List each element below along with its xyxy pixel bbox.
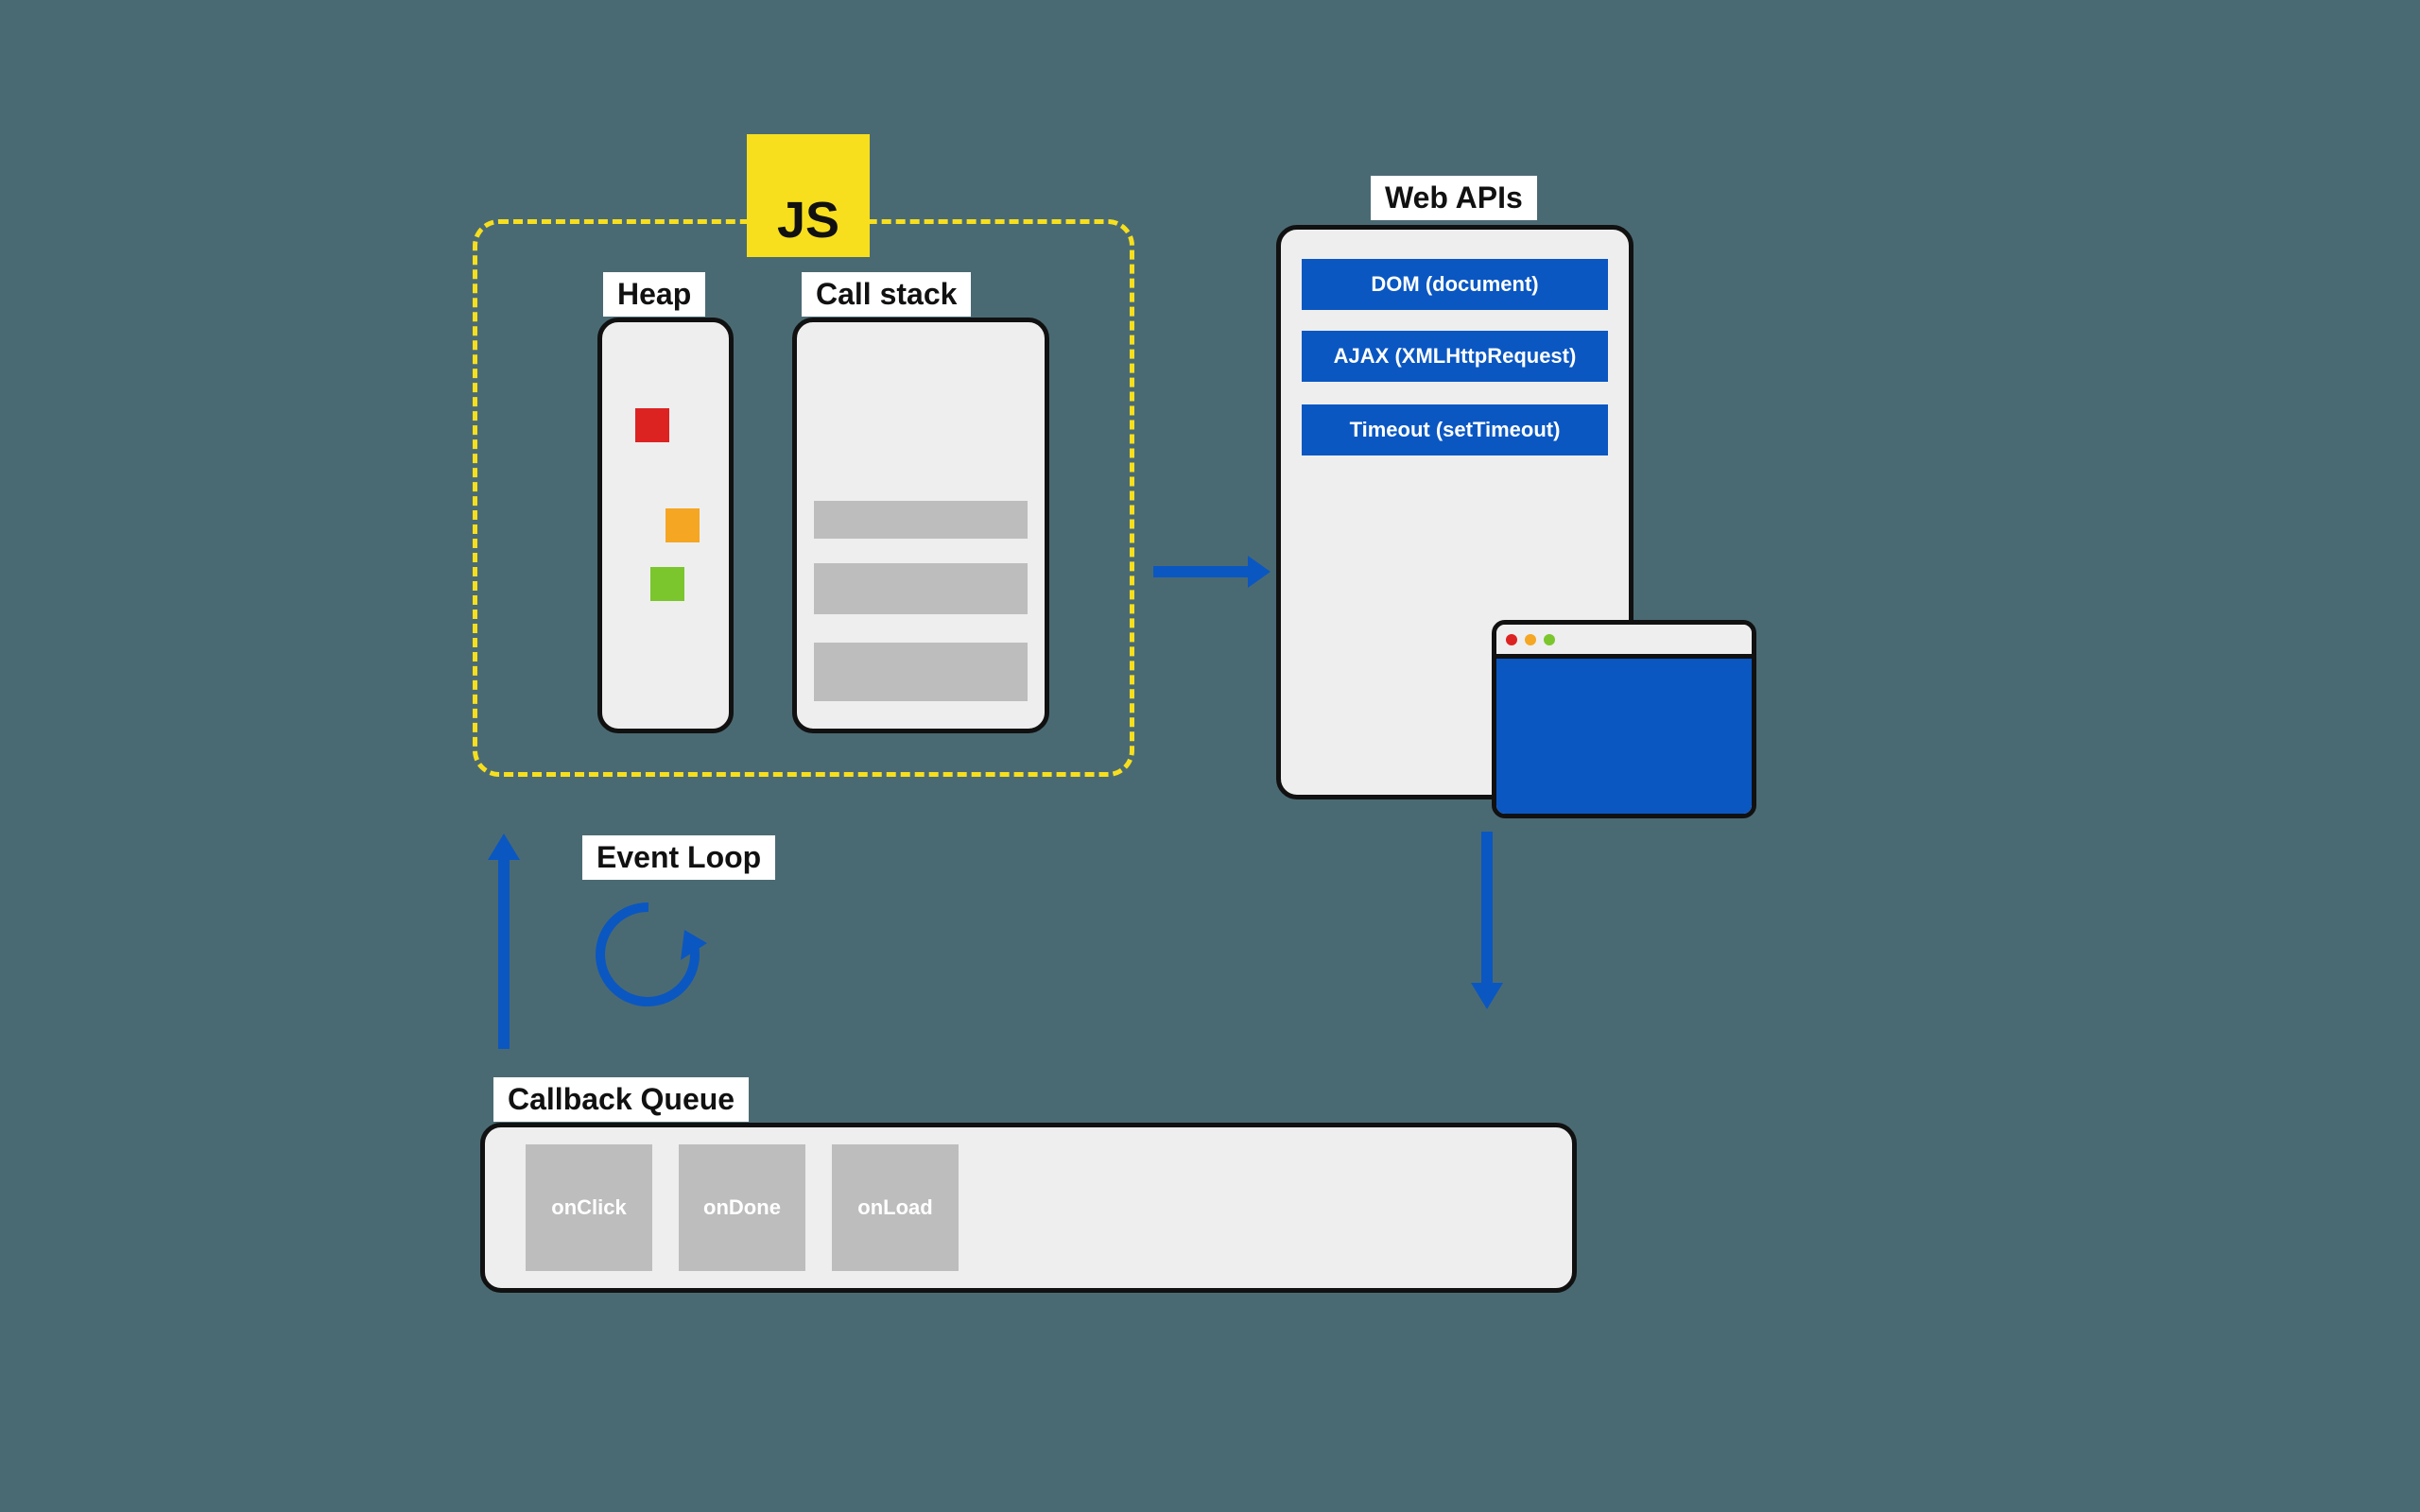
browser-titlebar: [1496, 625, 1752, 659]
callback-item: onLoad: [832, 1144, 959, 1271]
window-dot-yellow-icon: [1525, 634, 1536, 645]
js-badge: JS: [747, 134, 870, 257]
callstack-frame: [814, 563, 1028, 614]
event-loop-spinner-icon: [582, 888, 715, 1025]
callstack-label: Call stack: [802, 272, 971, 317]
arrow-down-icon: [1463, 832, 1511, 1016]
browser-viewport: [1496, 659, 1752, 814]
window-dot-green-icon: [1544, 634, 1555, 645]
callback-item-label: onDone: [703, 1195, 781, 1220]
browser-mini-window: [1492, 620, 1756, 818]
heap-object-green: [650, 567, 684, 601]
callback-item-label: onClick: [551, 1195, 626, 1220]
webapi-item-dom: DOM (document): [1302, 259, 1608, 310]
heap-label: Heap: [603, 272, 705, 317]
callback-item-label: onLoad: [857, 1195, 932, 1220]
heap-object-orange: [666, 508, 700, 542]
window-dot-red-icon: [1506, 634, 1517, 645]
callback-item: onDone: [679, 1144, 805, 1271]
arrow-right-icon: [1153, 548, 1267, 600]
webapi-item-ajax: AJAX (XMLHttpRequest): [1302, 331, 1608, 382]
event-loop-label: Event Loop: [582, 835, 775, 880]
js-badge-text: JS: [777, 191, 839, 249]
webapis-label: Web APIs: [1371, 176, 1537, 220]
arrow-up-icon: [480, 832, 527, 1054]
callback-queue-label: Callback Queue: [493, 1077, 749, 1122]
callback-item: onClick: [526, 1144, 652, 1271]
heap-object-red: [635, 408, 669, 442]
callstack-frame: [814, 501, 1028, 539]
callstack-frame: [814, 643, 1028, 701]
webapi-item-timeout: Timeout (setTimeout): [1302, 404, 1608, 455]
